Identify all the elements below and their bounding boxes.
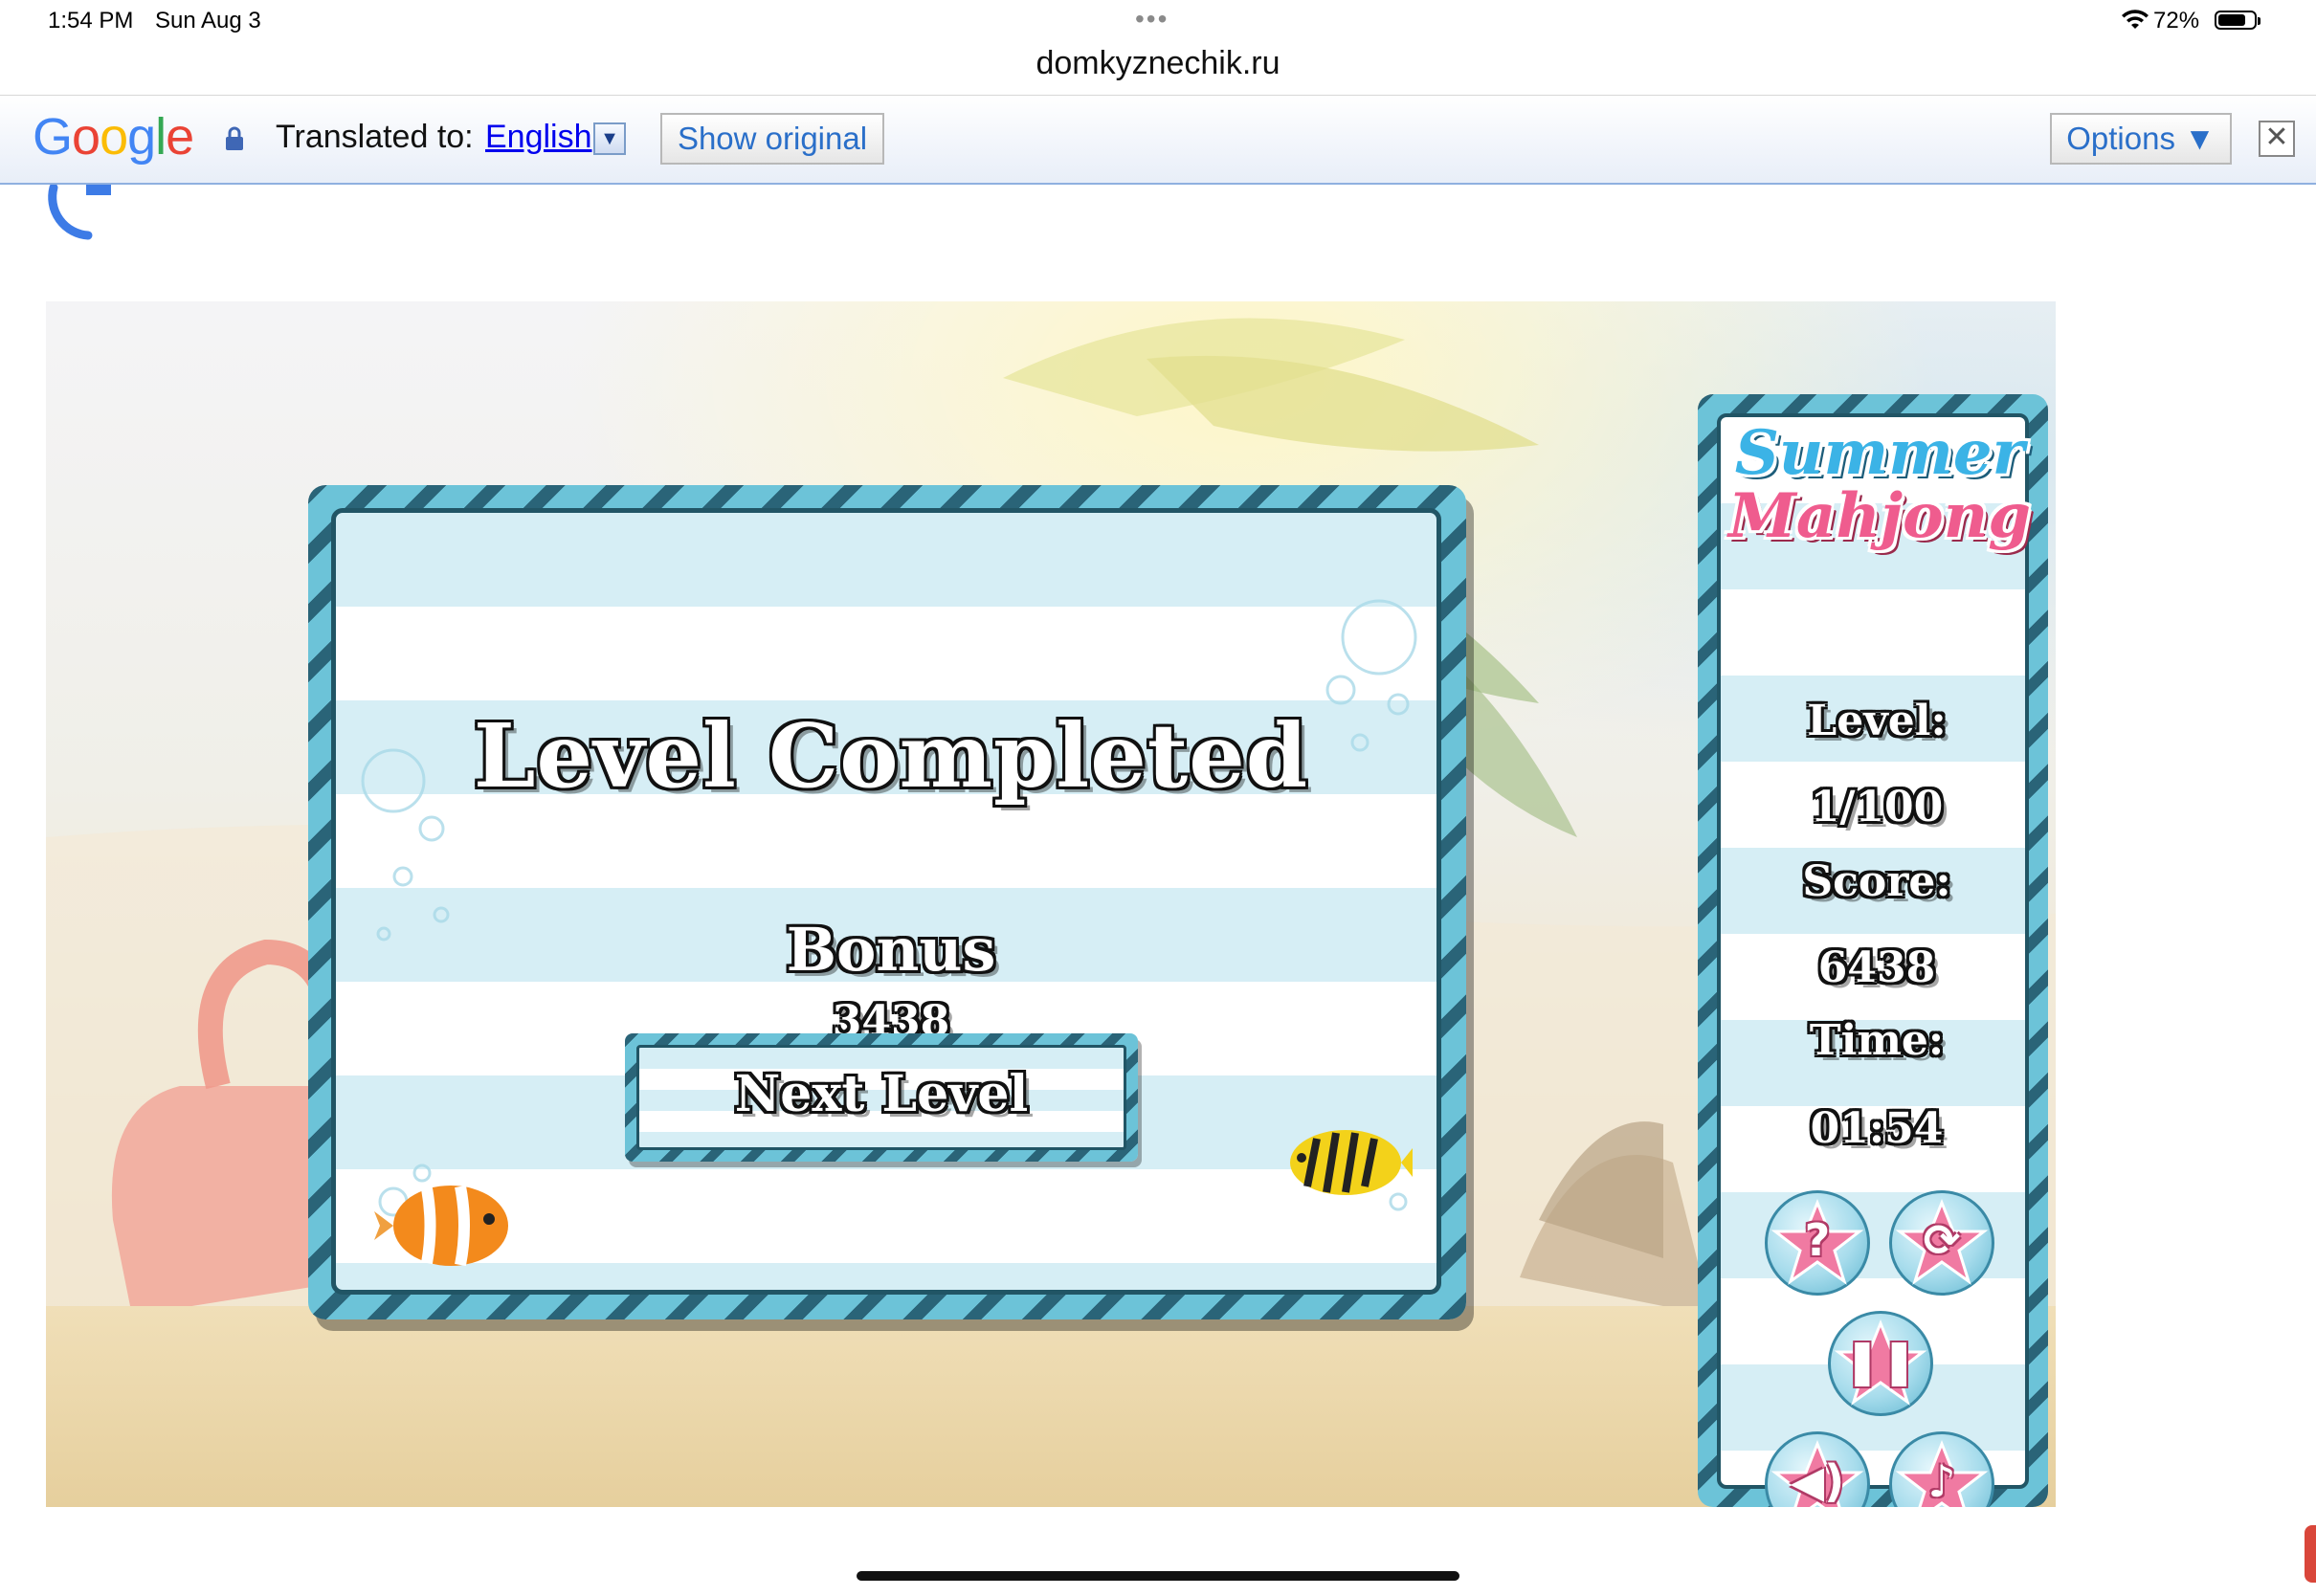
- language-link[interactable]: English: [485, 119, 592, 156]
- url-bar[interactable]: domkyznechik.ru: [0, 44, 2316, 94]
- translate-bar: Google Translated to: English ▼ Show ori…: [0, 95, 2316, 185]
- speaker-icon: ◀): [1790, 1455, 1845, 1507]
- question-mark-icon: ?: [1804, 1214, 1831, 1266]
- logo-mahjong: Mahjong: [1728, 480, 2031, 552]
- bonus-label: Bonus: [786, 915, 996, 985]
- sound-button[interactable]: ◀): [1765, 1431, 1870, 1507]
- battery-percent: 72%: [2153, 8, 2200, 33]
- side-panel: Summer Mahjong Level: 1/100 Score: 6438 …: [1698, 394, 2048, 1507]
- side-tab[interactable]: [2305, 1525, 2316, 1583]
- translated-to-label: Translated to:: [276, 119, 474, 155]
- level-complete-dialog: Level Completed Bonus 3438 Next Level: [308, 485, 1466, 1337]
- striped-fish-icon: [1290, 1130, 1413, 1195]
- next-level-label: Next Level: [734, 1065, 1029, 1123]
- level-label: Level:: [1807, 697, 1947, 745]
- help-button[interactable]: ?: [1765, 1190, 1870, 1296]
- level-value: 1/100: [1810, 783, 1944, 831]
- multitasking-dots-icon[interactable]: •••: [1135, 4, 1169, 34]
- status-date: Sun Aug 3: [155, 8, 261, 33]
- game-canvas[interactable]: Level Completed Bonus 3438 Next Level Su…: [46, 301, 2056, 1507]
- show-original-button[interactable]: Show original: [660, 113, 884, 165]
- status-bar: 1:54 PM Sun Aug 3 ••• 72%: [0, 0, 2316, 44]
- shuffle-button[interactable]: ⟳: [1889, 1190, 1994, 1296]
- url-text: domkyznechik.ru: [1036, 45, 1280, 81]
- dialog-title: Level Completed: [473, 704, 1309, 808]
- next-level-button[interactable]: Next Level: [625, 1033, 1138, 1162]
- shuffle-icon: ⟳: [1923, 1214, 1961, 1266]
- time-value: 01:54: [1810, 1104, 1944, 1153]
- dropdown-arrow-icon[interactable]: ▼: [593, 122, 626, 155]
- google-logo: Google: [33, 108, 194, 166]
- battery-icon: [2215, 11, 2260, 30]
- options-button[interactable]: Options ▼: [2050, 113, 2232, 165]
- orange-fish-icon: [374, 1185, 508, 1267]
- logo-summer: Summer: [1734, 417, 2025, 489]
- score-value: 6438: [1817, 943, 1936, 992]
- time-label: Time:: [1809, 1016, 1945, 1065]
- pause-button[interactable]: ❚❚: [1828, 1311, 1933, 1416]
- score-label: Score:: [1802, 857, 1951, 906]
- lock-icon: [226, 126, 243, 150]
- close-icon[interactable]: ✕: [2259, 121, 2295, 157]
- status-time: 1:54 PM: [48, 8, 134, 33]
- pause-icon: ❚❚: [1843, 1335, 1918, 1386]
- music-button[interactable]: ♪: [1889, 1431, 1994, 1507]
- home-indicator[interactable]: [857, 1571, 1459, 1581]
- music-note-icon: ♪: [1927, 1455, 1956, 1507]
- wifi-icon: [2122, 10, 2149, 29]
